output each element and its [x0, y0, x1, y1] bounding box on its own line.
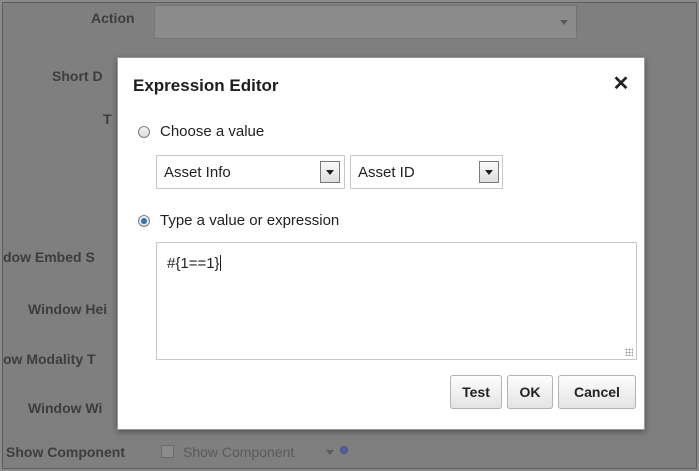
show-component-label: Show Component: [6, 444, 125, 460]
window-height-label: Window Hei: [28, 301, 108, 317]
expression-text: #{1==1}: [167, 255, 220, 272]
expression-editor-dialog: Expression Editor ✕ Choose a value Asset…: [117, 57, 645, 430]
attribute-select-value: Asset ID: [358, 164, 415, 181]
category-select[interactable]: Asset Info: [156, 155, 345, 189]
dialog-title: Expression Editor: [133, 76, 279, 95]
type-value-label: Type a value or expression: [160, 212, 340, 229]
window-width-label: Window Wi: [28, 400, 103, 416]
choose-value-label: Choose a value: [160, 123, 265, 140]
resize-grip-icon[interactable]: [625, 348, 633, 356]
chevron-down-icon[interactable]: [326, 450, 334, 455]
chevron-down-icon[interactable]: [320, 161, 340, 183]
expression-textarea[interactable]: #{1==1}: [156, 242, 637, 360]
action-select[interactable]: [154, 5, 577, 39]
window-embed-label: dow Embed S: [3, 249, 95, 265]
category-select-value: Asset Info: [164, 164, 231, 181]
ok-button[interactable]: OK: [507, 375, 553, 409]
type-value-radio[interactable]: [138, 215, 150, 227]
cancel-button[interactable]: Cancel: [558, 375, 636, 409]
action-label: Action: [91, 10, 135, 26]
info-dot-icon: [340, 446, 348, 454]
show-component-checkbox-label: Show Component: [183, 444, 295, 460]
chevron-down-icon: [560, 20, 568, 25]
short-desc-label: Short D: [52, 68, 103, 84]
type-label: T: [103, 111, 112, 127]
show-component-checkbox[interactable]: [161, 445, 174, 458]
window-modality-label: ow Modality T: [3, 351, 96, 367]
text-caret: [219, 255, 221, 271]
choose-value-radio[interactable]: [138, 126, 150, 138]
close-icon[interactable]: ✕: [612, 74, 630, 94]
attribute-select[interactable]: Asset ID: [350, 155, 503, 189]
chevron-down-icon[interactable]: [479, 161, 499, 183]
test-button[interactable]: Test: [450, 375, 502, 409]
